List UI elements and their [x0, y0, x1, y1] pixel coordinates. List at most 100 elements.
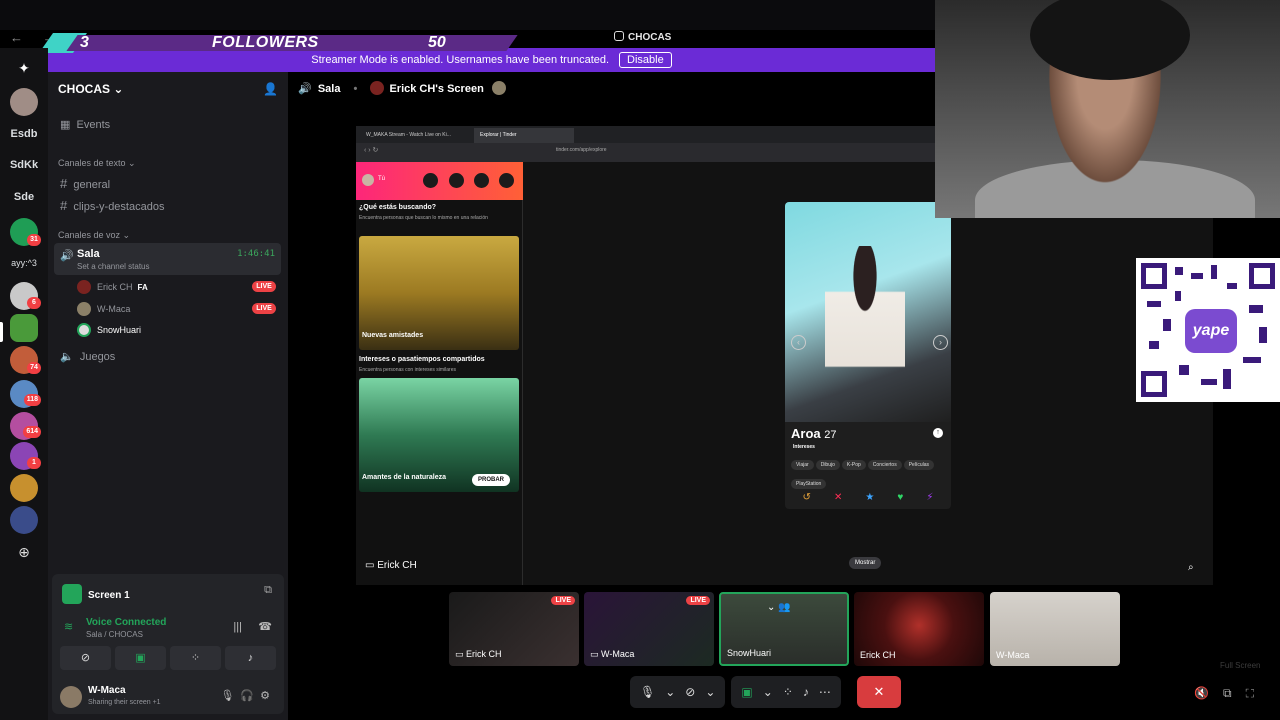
disable-streamer-mode-button[interactable]: Disable	[619, 52, 672, 68]
mic-icon[interactable]: 🎙	[640, 685, 655, 699]
live-badge: LIVE	[252, 303, 276, 314]
qr-module	[1163, 319, 1171, 331]
user-panel: W-Maca Sharing their screen +1 🎙🎧⚙	[52, 680, 284, 714]
server-avatar[interactable]	[10, 314, 38, 342]
server-rail: ✦ Esdb SdKk Sde 31 ayy:^3 6 74 118 614 1…	[0, 48, 48, 720]
voice-user-erick[interactable]: Erick CH FA	[77, 280, 148, 294]
tile-options-icon[interactable]: ⌄ 👥	[767, 602, 791, 613]
interest-chip: Viajar	[791, 460, 814, 470]
more-icon[interactable]: ⋯	[819, 685, 831, 699]
mostrar-button[interactable]: Mostrar	[849, 557, 882, 569]
participant-tile[interactable]: LIVE ▭ W-Maca	[584, 592, 714, 666]
followers-label: FOLLOWERS	[212, 34, 319, 51]
voice-user-wmaca[interactable]: W-Maca	[77, 302, 130, 316]
screen-icon: ▭	[455, 649, 467, 659]
participant-tile[interactable]: LIVE ▭ Erick CH	[449, 592, 579, 666]
screen-share-icon[interactable]: ▣	[115, 646, 166, 670]
voice-connected-sub[interactable]: Sala / CHOCAS	[86, 630, 143, 639]
voice-channel-name: Sala	[77, 248, 100, 260]
popout-icon[interactable]: ⧉	[264, 584, 272, 597]
tile-name: SnowHuari	[727, 648, 772, 658]
share-group: ▣ ⌄ ⁘ ♪ ⋯	[731, 676, 841, 708]
presenter-tag: ▭ Erick CH	[365, 560, 417, 571]
tinder-section: Intereses o pasatiempos compartidos	[359, 356, 485, 363]
screen-share-icon[interactable]: ▣	[741, 685, 752, 699]
user-controls[interactable]: 🎙🎧⚙	[220, 689, 276, 702]
speaker-icon: 🔈	[60, 351, 74, 363]
fullscreen-icon[interactable]: ⛶	[1246, 686, 1268, 700]
leave-call-button[interactable]: ✕	[856, 676, 901, 708]
participant-tile[interactable]: W-Maca	[990, 592, 1120, 666]
chevron-down-icon[interactable]: ⌄	[665, 685, 675, 699]
server-avatar[interactable]	[10, 88, 38, 116]
notification-badge: 31	[27, 234, 41, 246]
gear-icon[interactable]: ⚙	[260, 690, 276, 702]
activities-icon[interactable]: ⁘	[783, 685, 793, 699]
events-item[interactable]: ▦ Events	[60, 118, 110, 131]
live-badge: LIVE	[252, 281, 276, 292]
add-server-icon[interactable]: ⊕	[10, 538, 38, 566]
participant-tile[interactable]: ⌄ 👥 SnowHuari	[719, 592, 849, 666]
channel-label: Juegos	[79, 351, 116, 363]
voice-user-name: Erick CH	[97, 282, 133, 292]
hash-icon: #	[60, 198, 68, 213]
screen-panel-actions: ⊘ ▣ ⁘ ♪	[60, 646, 276, 670]
mic-icon[interactable]: 🎙	[220, 690, 240, 702]
discord-home-icon[interactable]: ✦	[10, 54, 38, 82]
server-avatar[interactable]	[10, 506, 38, 534]
server-name-header[interactable]: CHOCAS ⌄	[58, 82, 123, 96]
activities-icon[interactable]: ⁘	[170, 646, 221, 670]
live-badge: LIVE	[686, 596, 710, 605]
disconnect-icon[interactable]: ☎	[258, 620, 272, 633]
tinder-user: Tú	[378, 176, 386, 182]
tinder-section-sub: Encuentra personas con intereses similar…	[359, 367, 456, 373]
avatar	[77, 323, 91, 337]
camera-off-icon[interactable]: ⊘	[685, 685, 695, 699]
person-silhouette	[825, 246, 905, 396]
voice-user-snowhuari[interactable]: SnowHuari	[77, 323, 141, 337]
avatar[interactable]	[60, 686, 82, 708]
soundboard-icon[interactable]: ♪	[225, 646, 276, 670]
participant-tile[interactable]: Erick CH	[854, 592, 984, 666]
voice-channel-juegos[interactable]: 🔈 Juegos	[60, 350, 115, 363]
hash-icon: #	[60, 176, 68, 191]
window-title-text: CHOCAS	[628, 32, 672, 43]
noise-suppression-icon[interactable]: |||	[233, 621, 242, 633]
chevron-down-icon[interactable]: ⌄	[705, 685, 715, 699]
server-name: CHOCAS	[58, 82, 111, 96]
add-member-icon[interactable]: 👤	[263, 82, 278, 96]
zoom-icon[interactable]: ⌕	[1188, 562, 1194, 573]
interest-chip: Conciertos	[867, 460, 902, 470]
popout-icon[interactable]: ⧉	[1223, 686, 1246, 700]
server-ayy[interactable]: ayy:^3	[0, 258, 48, 268]
followers-overlay: 3 FOLLOWERS 50	[38, 33, 518, 53]
mute-icon[interactable]: 🔇	[1194, 686, 1223, 700]
server-esdb[interactable]: Esdb	[0, 128, 48, 140]
notification-badge: 614	[23, 426, 41, 438]
channel-clips[interactable]: # clips-y-destacados	[60, 198, 164, 213]
call-controls: 🎙 ⌄ ⊘ ⌄ ▣ ⌄ ⁘ ♪ ⋯ ✕	[630, 676, 901, 708]
headphones-icon[interactable]: 🎧	[240, 690, 260, 702]
qr-module	[1227, 283, 1237, 289]
qr-module	[1179, 365, 1189, 375]
voice-channels-category[interactable]: Canales de voz ⌄	[58, 230, 130, 241]
voice-channel-sala[interactable]: 🔊 Sala Set a channel status 1:46:41	[54, 243, 281, 275]
boost-icon: ⚡	[926, 492, 934, 503]
chevron-down-icon[interactable]: ⌄	[763, 685, 773, 699]
like-icon: ♥	[897, 492, 904, 503]
channel-general[interactable]: # general	[60, 176, 110, 191]
soundboard-icon[interactable]: ♪	[803, 685, 809, 699]
server-sde[interactable]: Sde	[0, 191, 48, 203]
avatar	[77, 280, 91, 294]
server-sdkk[interactable]: SdKk	[0, 159, 48, 171]
browser-tab-bar: W_MAKA Stream - Watch Live on Ki... Expl…	[356, 126, 935, 143]
stage-screen-title: Erick CH's Screen	[389, 83, 484, 95]
channel-status[interactable]: Set a channel status	[77, 262, 150, 271]
server-avatar[interactable]	[10, 474, 38, 502]
text-channels-category[interactable]: Canales de texto ⌄	[58, 158, 136, 169]
voice-connected-label: Voice Connected	[86, 617, 167, 628]
camera-off-icon[interactable]: ⊘	[60, 646, 111, 670]
notification-badge: 74	[27, 362, 41, 374]
presenter-name: Erick CH	[377, 560, 417, 571]
window-title: CHOCAS	[614, 31, 671, 43]
